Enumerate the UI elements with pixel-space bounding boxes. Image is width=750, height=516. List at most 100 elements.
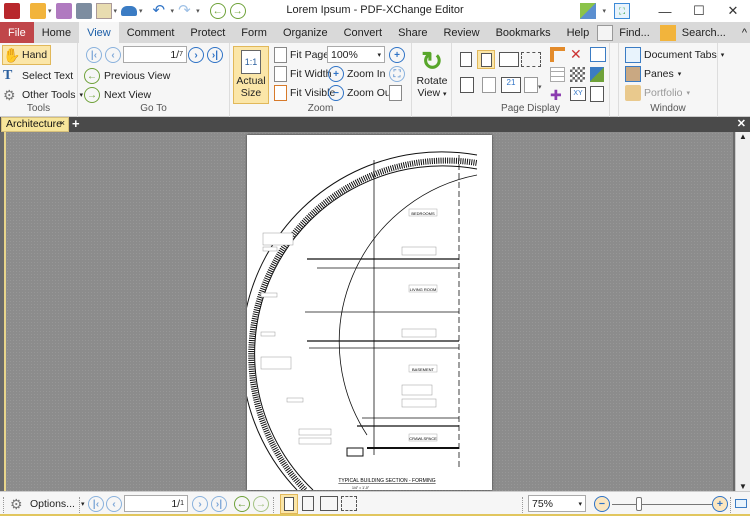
undo-icon[interactable]: ↶ bbox=[153, 3, 169, 19]
fit-page-button[interactable]: Fit Page bbox=[274, 46, 329, 64]
line-weights-icon[interactable]: ✕ bbox=[570, 46, 582, 63]
transparency-grid-icon[interactable] bbox=[570, 67, 585, 82]
maximize-button[interactable]: ☐ bbox=[682, 0, 716, 22]
tab-view[interactable]: View bbox=[79, 22, 119, 43]
tab-help[interactable]: Help bbox=[559, 22, 598, 43]
measure-icon[interactable] bbox=[590, 86, 604, 102]
scroll-down-icon[interactable]: ▼ bbox=[739, 482, 747, 491]
single-page-scroll-icon[interactable] bbox=[477, 50, 495, 69]
forward-icon[interactable]: → bbox=[229, 3, 246, 19]
undo-dropdown-icon[interactable]: ▾ bbox=[171, 7, 175, 15]
single-page-layout-button[interactable] bbox=[280, 494, 298, 514]
next-view-status-button[interactable]: → bbox=[253, 496, 269, 512]
pdf-page[interactable]: BEDROOMS LIVING ROOM BASEMENT CRAWLSPACE… bbox=[241, 135, 492, 493]
first-page-icon[interactable]: |‹ bbox=[86, 47, 102, 63]
coordinates-icon[interactable]: XY bbox=[570, 87, 586, 101]
grid-layout-icon[interactable] bbox=[590, 47, 606, 62]
toolbar-grip[interactable] bbox=[522, 497, 525, 513]
page-numbers-icon[interactable]: 21 bbox=[501, 77, 521, 93]
open-dropdown-icon[interactable]: ▾ bbox=[48, 7, 52, 15]
customize-ui-icon[interactable] bbox=[580, 3, 597, 19]
next-page-icon[interactable]: › bbox=[188, 47, 204, 63]
tab-protect[interactable]: Protect bbox=[182, 22, 233, 43]
snap-icon[interactable]: ✚ bbox=[550, 87, 562, 104]
split-view-icon[interactable] bbox=[460, 77, 474, 93]
cover-page-icon[interactable] bbox=[482, 77, 496, 93]
marquee-zoom-icon[interactable]: ⛶ bbox=[389, 66, 405, 82]
rotate-view-button[interactable]: ↻ Rotate View ▾ bbox=[414, 47, 450, 99]
toolbar-grip[interactable] bbox=[273, 497, 276, 513]
fullscreen-status-icon[interactable] bbox=[735, 499, 747, 508]
print-icon[interactable] bbox=[75, 3, 92, 19]
document-tabs-button[interactable]: Document Tabs ▾ bbox=[625, 46, 724, 64]
email-dropdown-icon[interactable]: ▾ bbox=[114, 7, 118, 15]
collapse-ribbon-button[interactable]: ^ bbox=[742, 27, 747, 39]
portfolio-button[interactable]: Portfolio ▾ bbox=[625, 84, 690, 102]
tab-form[interactable]: Form bbox=[233, 22, 275, 43]
previous-page-button[interactable]: ‹ bbox=[106, 496, 122, 512]
zoom-level-select[interactable]: 100% ▾ bbox=[327, 46, 385, 63]
tab-share[interactable]: Share bbox=[390, 22, 435, 43]
options-button[interactable]: ⚙ Options... ▾ bbox=[10, 496, 84, 512]
status-zoom-select[interactable]: 75% ▾ bbox=[528, 495, 586, 512]
next-view-button[interactable]: → Next View bbox=[84, 85, 151, 105]
minimize-button[interactable]: — bbox=[648, 0, 682, 22]
zoom-slider[interactable] bbox=[612, 504, 712, 505]
page-display-dropdown-icon[interactable]: ▾ bbox=[538, 83, 542, 91]
app-logo-icon[interactable] bbox=[4, 3, 20, 19]
scroll-up-icon[interactable]: ▲ bbox=[739, 132, 747, 141]
previous-view-status-button[interactable]: ← bbox=[234, 496, 250, 512]
last-page-button[interactable]: ›| bbox=[211, 496, 227, 512]
back-icon[interactable]: ← bbox=[209, 3, 226, 19]
two-pages-icon[interactable] bbox=[499, 52, 519, 67]
status-zoom-in-button[interactable]: + bbox=[712, 496, 728, 512]
customize-dropdown-icon[interactable]: ▾ bbox=[602, 7, 606, 15]
facing-layout-button[interactable] bbox=[320, 496, 338, 511]
open-folder-icon[interactable] bbox=[30, 3, 46, 19]
document-tab-architecture[interactable]: Architecture × bbox=[1, 117, 69, 132]
color-icon[interactable] bbox=[590, 67, 604, 82]
panes-button[interactable]: Panes ▾ bbox=[625, 65, 681, 83]
zoom-in-magnifier-icon[interactable]: + bbox=[389, 47, 405, 63]
zoom-in-button[interactable]: + Zoom In bbox=[328, 65, 386, 83]
tab-organize[interactable]: Organize bbox=[275, 22, 336, 43]
tab-convert[interactable]: Convert bbox=[336, 22, 391, 43]
toolbar-grip[interactable] bbox=[79, 497, 82, 513]
close-tab-icon[interactable]: × bbox=[60, 117, 65, 130]
tab-review[interactable]: Review bbox=[435, 22, 487, 43]
status-page-field[interactable]: 1/1 bbox=[124, 495, 188, 512]
zoom-slider-thumb[interactable] bbox=[636, 497, 642, 511]
actual-size-button[interactable]: 1:1 Actual Size bbox=[233, 46, 269, 104]
scan-dropdown-icon[interactable]: ▾ bbox=[139, 7, 143, 15]
vertical-scrollbar[interactable]: ▲ ▼ bbox=[735, 132, 750, 491]
grid-icon[interactable] bbox=[550, 67, 565, 82]
next-page-button[interactable]: › bbox=[192, 496, 208, 512]
close-all-tabs-button[interactable]: ✕ bbox=[737, 117, 746, 130]
search-button[interactable]: Search... bbox=[682, 27, 726, 39]
last-page-icon[interactable]: ›| bbox=[207, 47, 223, 63]
previous-page-icon[interactable]: ‹ bbox=[105, 47, 121, 63]
single-page-icon[interactable] bbox=[460, 52, 472, 67]
redo-dropdown-icon[interactable]: ▾ bbox=[196, 7, 200, 15]
continuous-layout-button[interactable] bbox=[302, 496, 314, 511]
previous-view-button[interactable]: ← Previous View bbox=[84, 66, 170, 86]
rulers-icon[interactable] bbox=[550, 47, 565, 62]
fullscreen-icon[interactable]: ⛶ bbox=[614, 3, 630, 19]
tab-home[interactable]: Home bbox=[34, 22, 79, 43]
hand-tool-button[interactable]: ✋ Hand bbox=[2, 45, 52, 65]
redo-icon[interactable]: ↷ bbox=[178, 3, 194, 19]
scan-icon[interactable] bbox=[121, 6, 138, 16]
find-button[interactable]: Find... bbox=[619, 27, 650, 39]
tab-bookmarks[interactable]: Bookmarks bbox=[488, 22, 559, 43]
tab-comment[interactable]: Comment bbox=[119, 22, 183, 43]
fit-width-button[interactable]: Fit Width bbox=[274, 65, 331, 83]
toolbar-grip[interactable] bbox=[730, 497, 733, 513]
facing-continuous-layout-button[interactable] bbox=[341, 496, 357, 511]
zoom-out-button[interactable]: − Zoom Out bbox=[328, 84, 394, 102]
close-button[interactable]: ✕ bbox=[716, 0, 750, 22]
save-icon[interactable] bbox=[55, 3, 72, 19]
status-zoom-out-button[interactable]: − bbox=[594, 496, 610, 512]
two-pages-scroll-icon[interactable] bbox=[521, 52, 541, 67]
page-order-icon[interactable] bbox=[524, 77, 538, 93]
loupe-icon[interactable] bbox=[389, 85, 402, 101]
